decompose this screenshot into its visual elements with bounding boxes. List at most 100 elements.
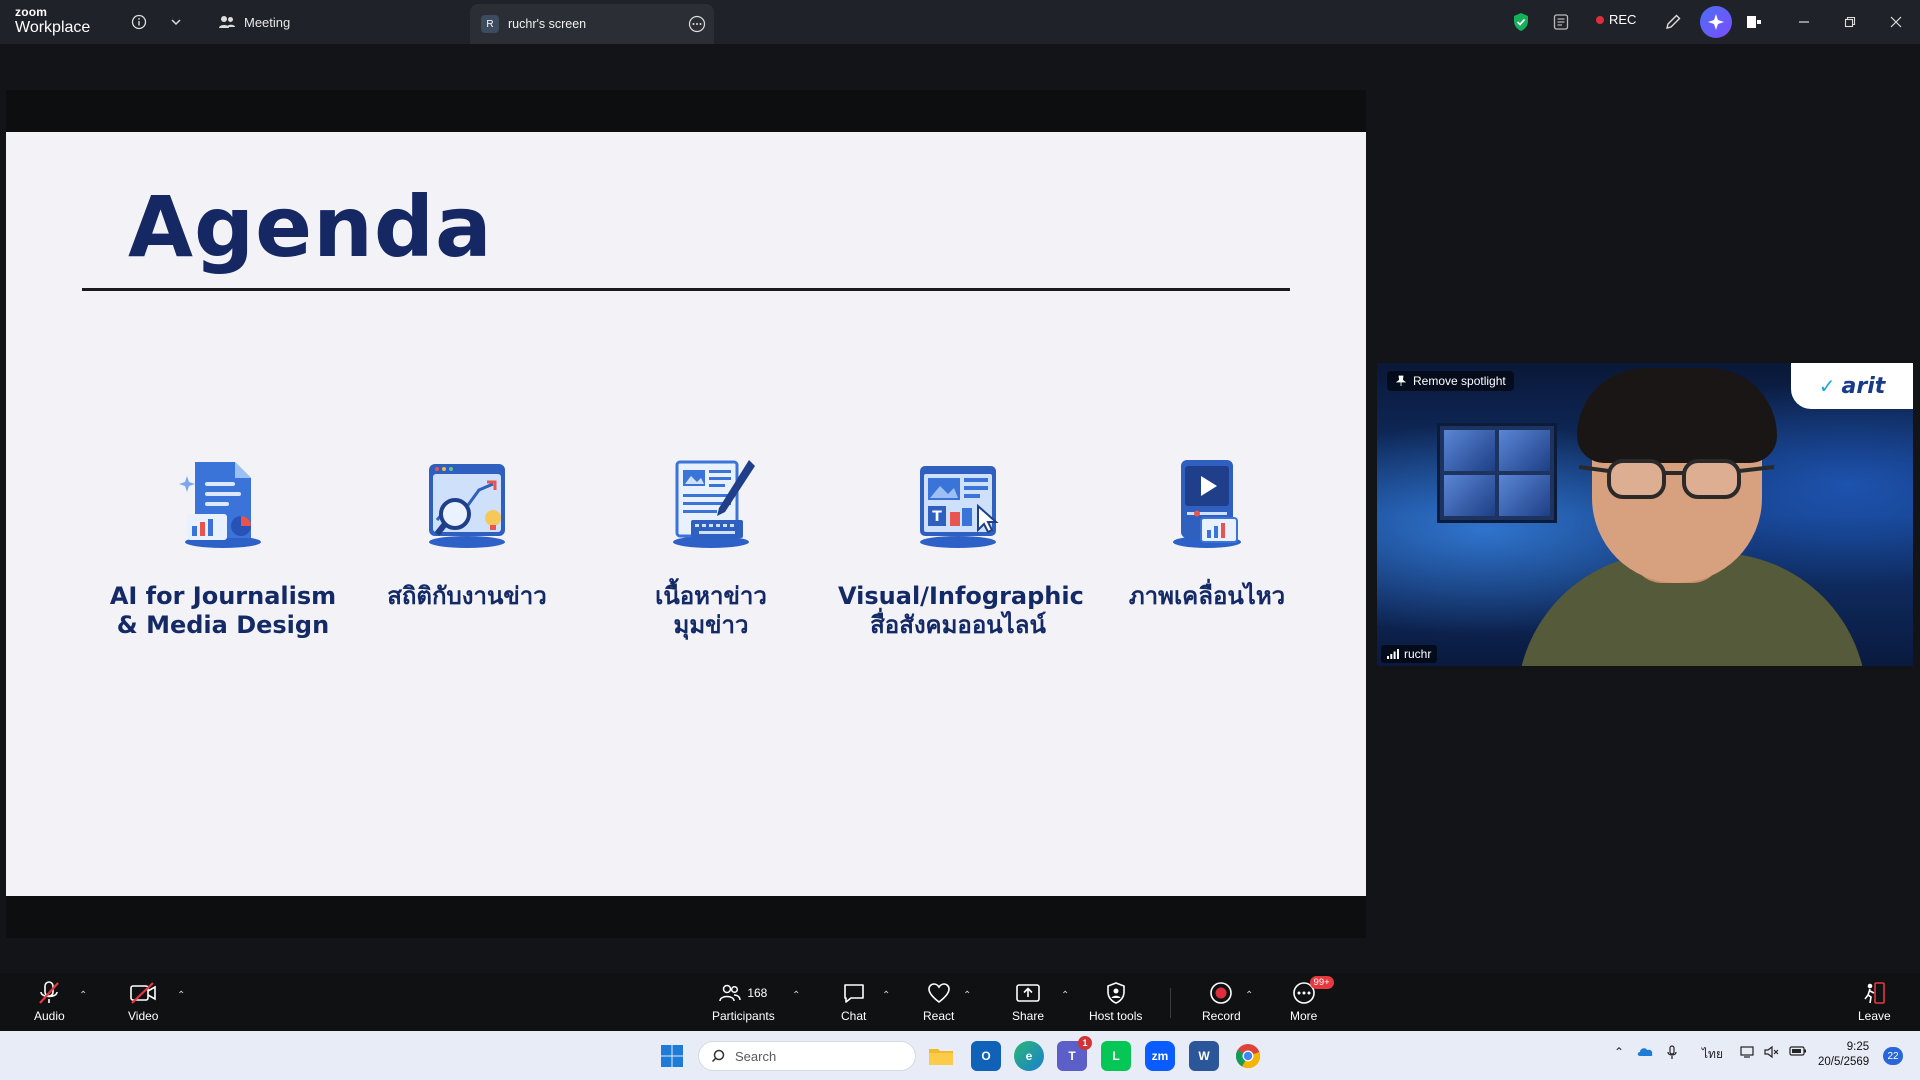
participants-button[interactable]: 168 Participants — [712, 979, 775, 1029]
title-bar: zoom Workplace Meeting R ruchr's screen … — [0, 0, 1920, 44]
people-icon — [219, 16, 235, 28]
sharer-avatar: R — [481, 15, 499, 33]
info-icon[interactable] — [128, 11, 150, 33]
notes-icon[interactable] — [1550, 11, 1572, 33]
annotate-pen-icon[interactable] — [1662, 11, 1684, 33]
more-button[interactable]: 99+ More — [1290, 976, 1334, 1029]
rec-label: REC — [1609, 12, 1637, 27]
video-muted-icon — [130, 982, 157, 1004]
agenda-item-label: สถิติกับงานข่าว — [387, 582, 547, 610]
participants-icon — [719, 984, 742, 1002]
onedrive-cloud-icon[interactable] — [1636, 1045, 1654, 1060]
document-chart-icon — [179, 462, 261, 548]
chrome-icon[interactable] — [1233, 1041, 1263, 1071]
remove-spotlight-button[interactable]: Remove spotlight — [1387, 371, 1514, 391]
heart-icon — [927, 983, 950, 1004]
minimize-icon[interactable] — [1793, 11, 1815, 33]
record-options-chevron-icon[interactable]: ⌃ — [1245, 990, 1253, 1001]
chevron-down-icon[interactable] — [165, 11, 187, 33]
host-shield-icon — [1106, 982, 1125, 1004]
agenda-item-label: AI for Journalism — [109, 582, 337, 610]
controls-divider — [1170, 988, 1171, 1018]
agenda-item-news-content: เนื้อหาข่าว มุมข่าว — [591, 452, 831, 640]
chat-button[interactable]: Chat — [841, 979, 866, 1029]
logo-mark-icon: ✓ — [1818, 374, 1836, 398]
search-icon — [711, 1049, 725, 1063]
react-button[interactable]: React — [923, 979, 954, 1029]
speaker-video-tile[interactable]: ✓ arit Remove spotlight ruchr — [1377, 363, 1913, 666]
video-play-icon — [1173, 460, 1241, 548]
agenda-item-label: เนื้อหาข่าว — [655, 582, 767, 610]
participant-name-tag: ruchr — [1381, 645, 1438, 663]
shared-screen-area: Agenda AI for Journalism & Media Design … — [6, 90, 1366, 938]
ai-companion-button[interactable] — [1700, 6, 1732, 38]
zoom-workplace-logo: zoom Workplace — [15, 5, 91, 36]
agenda-item-label: ภาพเคลื่อนไหว — [1128, 582, 1286, 610]
zoom-app-icon[interactable]: zm — [1145, 1041, 1175, 1071]
video-button[interactable]: Video — [128, 979, 158, 1029]
record-button[interactable]: Record — [1202, 979, 1241, 1029]
input-language-indicator[interactable]: ไทย — [1702, 1045, 1723, 1064]
notification-count-badge[interactable]: 22 — [1883, 1047, 1903, 1065]
title-divider — [82, 288, 1290, 291]
audio-button[interactable]: Audio — [34, 979, 65, 1029]
agenda-item-label: & Media Design — [116, 611, 330, 639]
more-options-icon[interactable] — [688, 15, 706, 36]
agenda-item-motion-graphics: ภาพเคลื่อนไหว — [1087, 452, 1327, 611]
presentation-slide: Agenda AI for Journalism & Media Design … — [6, 132, 1366, 896]
system-clock[interactable]: 9:25 20/5/2569 — [1818, 1040, 1869, 1070]
more-badge: 99+ — [1309, 976, 1334, 989]
pin-icon — [1395, 375, 1407, 386]
teams-badge: 1 — [1078, 1036, 1092, 1050]
restore-icon[interactable] — [1839, 11, 1861, 33]
apps-icon[interactable] — [1743, 11, 1765, 33]
tab-meeting[interactable]: Meeting — [218, 8, 290, 36]
record-dot-icon — [1596, 15, 1604, 24]
agenda-item-label: สื่อสังคมออนไลน์ — [870, 611, 1046, 639]
audio-options-chevron-icon[interactable]: ⌃ — [79, 990, 87, 1001]
agenda-item-statistics: สถิติกับงานข่าว — [347, 452, 587, 611]
teams-icon[interactable]: T1 — [1057, 1036, 1092, 1071]
host-tools-button[interactable]: Host tools — [1089, 979, 1142, 1029]
line-app-icon[interactable]: L — [1101, 1041, 1131, 1071]
chat-options-chevron-icon[interactable]: ⌃ — [882, 990, 890, 1001]
broadcaster-logo: ✓ arit — [1791, 363, 1913, 409]
participant-count: 168 — [747, 986, 768, 1000]
share-options-chevron-icon[interactable]: ⌃ — [1061, 990, 1069, 1001]
sparkle-icon — [1708, 14, 1724, 30]
leave-button[interactable]: Leave — [1858, 979, 1891, 1029]
analytics-magnifier-icon — [429, 464, 505, 548]
outlook-icon[interactable]: O — [971, 1041, 1001, 1071]
windows-start-icon[interactable] — [657, 1041, 687, 1071]
share-button[interactable]: Share — [1012, 979, 1044, 1029]
battery-icon[interactable] — [1789, 1045, 1807, 1060]
recording-indicator[interactable]: REC — [1596, 12, 1636, 27]
encryption-shield-icon[interactable] — [1510, 11, 1532, 33]
tray-overflow-chevron-icon[interactable]: ⌃ — [1614, 1045, 1624, 1059]
volume-muted-icon[interactable] — [1764, 1045, 1780, 1062]
tab-screen-share[interactable]: R ruchr's screen — [470, 4, 714, 44]
file-explorer-icon[interactable] — [926, 1041, 956, 1071]
clock-date: 20/5/2569 — [1818, 1056, 1870, 1068]
tab-meeting-label: Meeting — [244, 14, 291, 30]
taskbar-search[interactable]: Search — [698, 1041, 916, 1071]
signal-strength-icon — [1387, 649, 1399, 659]
studio-screens — [1437, 423, 1557, 523]
edge-browser-icon[interactable]: e — [1014, 1041, 1044, 1071]
network-icon[interactable] — [1740, 1045, 1756, 1062]
word-icon[interactable]: W — [1189, 1041, 1219, 1071]
close-icon[interactable] — [1885, 11, 1907, 33]
agenda-item-label: มุมข่าว — [673, 611, 749, 639]
agenda-item-label: Visual/Infographic — [838, 582, 1084, 610]
participant-name: ruchr — [1404, 647, 1432, 661]
tray-microphone-icon[interactable] — [1666, 1045, 1678, 1064]
slide-title: Agenda — [128, 178, 493, 276]
participants-options-chevron-icon[interactable]: ⌃ — [792, 990, 800, 1001]
react-options-chevron-icon[interactable]: ⌃ — [963, 990, 971, 1001]
search-placeholder: Search — [735, 1048, 777, 1064]
tab-screen-share-label: ruchr's screen — [508, 17, 587, 31]
speaker-glasses — [1578, 459, 1775, 499]
clock-time: 9:25 — [1846, 1041, 1870, 1053]
video-options-chevron-icon[interactable]: ⌃ — [177, 990, 185, 1001]
leave-door-icon — [1864, 982, 1886, 1004]
